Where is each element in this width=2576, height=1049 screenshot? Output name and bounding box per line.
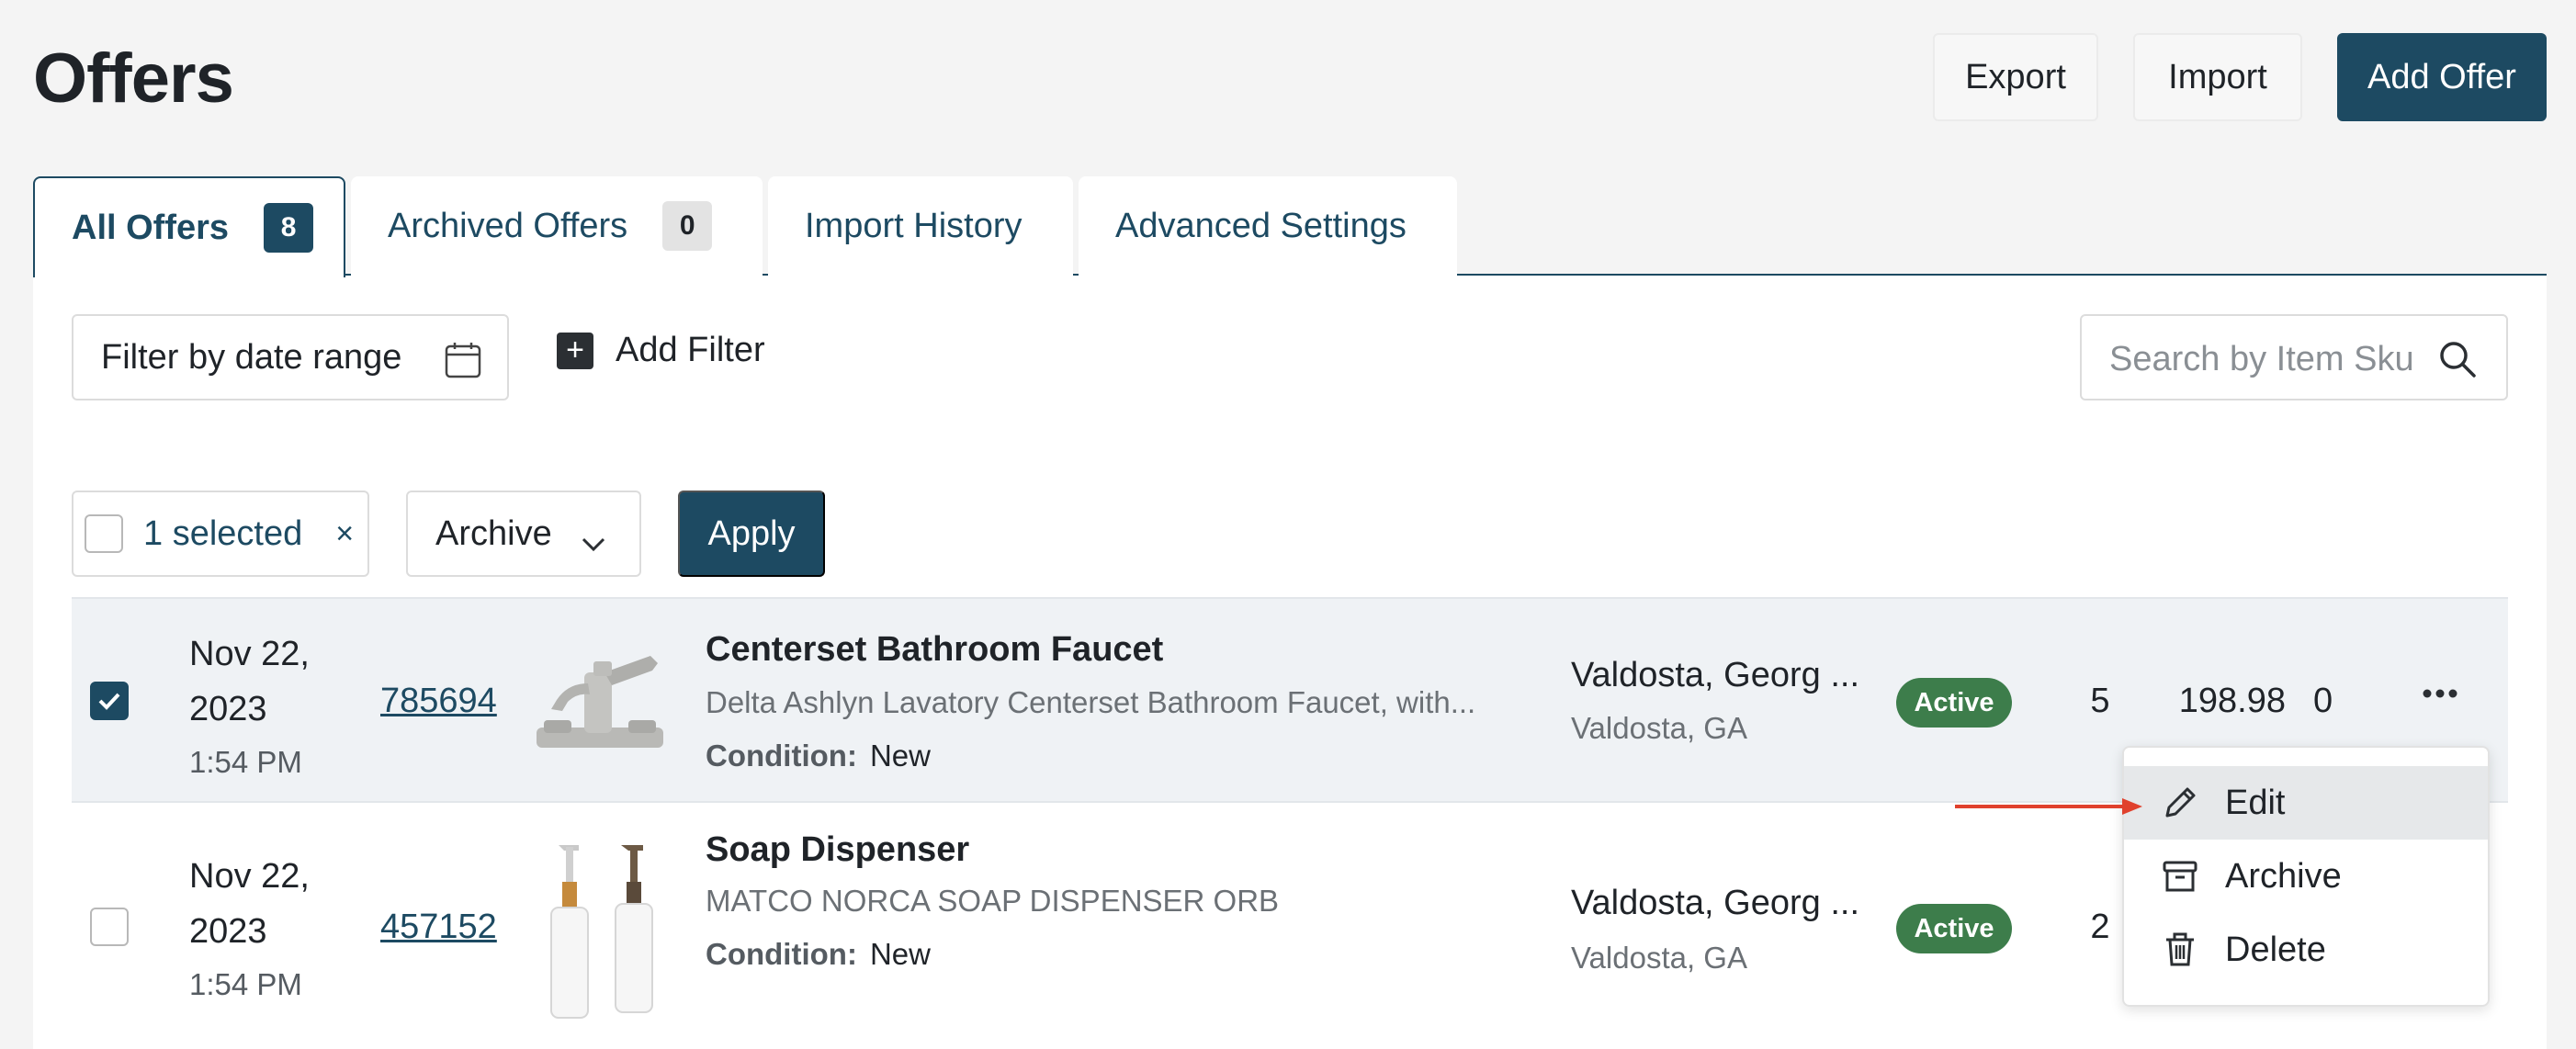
offer-description: MATCO NORCA SOAP DISPENSER ORB bbox=[706, 884, 1280, 918]
date-line: Nov 22, bbox=[189, 857, 310, 896]
menu-item-delete[interactable]: Delete bbox=[2124, 913, 2488, 987]
apply-button[interactable]: Apply bbox=[678, 491, 825, 577]
count-badge: 0 bbox=[662, 201, 713, 251]
archive-box-icon bbox=[2161, 857, 2199, 896]
quantity: 5 bbox=[2090, 682, 2110, 720]
chevron-down-icon bbox=[581, 524, 606, 563]
tab-bar: All Offers 8 Archived Offers 0 Import Hi… bbox=[33, 176, 2547, 277]
tab-label: All Offers bbox=[72, 208, 230, 247]
location-name: Valdosta, Georg ... bbox=[1571, 884, 1860, 922]
offer-title: Soap Dispenser bbox=[706, 830, 970, 869]
date-line: 2023 bbox=[189, 690, 267, 728]
date-line: Nov 22, bbox=[189, 635, 310, 673]
menu-item-label: Delete bbox=[2225, 930, 2326, 969]
row-checkbox[interactable] bbox=[90, 908, 129, 946]
page-title: Offers bbox=[33, 39, 234, 118]
search-icon[interactable] bbox=[2438, 340, 2477, 383]
tab-all-offers[interactable]: All Offers 8 bbox=[33, 176, 345, 277]
offer-date: Nov 22, 2023 1:54 PM bbox=[189, 626, 310, 788]
date-line: 2023 bbox=[189, 912, 267, 951]
status-badge: Active bbox=[1896, 678, 2012, 728]
sku-link[interactable]: 785694 bbox=[380, 682, 497, 721]
row-actions-menu: Edit Archive Delete bbox=[2122, 746, 2490, 1007]
add-offer-button[interactable]: Add Offer bbox=[2337, 33, 2547, 121]
tab-label: Archived Offers bbox=[388, 206, 628, 245]
row-checkbox[interactable] bbox=[90, 682, 129, 720]
annotation-arrow-icon bbox=[1955, 798, 2142, 815]
offer-title: Centerset Bathroom Faucet bbox=[706, 630, 1164, 669]
clear-selection-icon[interactable]: × bbox=[335, 516, 354, 552]
quantity: 2 bbox=[2090, 908, 2110, 946]
bulk-action-select[interactable]: Archive bbox=[406, 491, 641, 577]
offer-time: 1:54 PM bbox=[189, 967, 302, 1001]
condition-value: New bbox=[869, 739, 931, 773]
sku-link[interactable]: 457152 bbox=[380, 908, 497, 947]
location-name: Valdosta, Georg ... bbox=[1571, 656, 1860, 694]
calendar-icon bbox=[445, 342, 481, 388]
offer-condition: Condition: New bbox=[706, 739, 931, 773]
offer-condition: Condition: New bbox=[706, 937, 931, 972]
tab-import-history[interactable]: Import History bbox=[768, 176, 1073, 276]
checkmark-icon bbox=[98, 693, 120, 710]
import-button[interactable]: Import bbox=[2133, 33, 2302, 121]
extra-count: 0 bbox=[2313, 682, 2333, 720]
condition-label: Condition: bbox=[706, 937, 857, 971]
tab-advanced-settings[interactable]: Advanced Settings bbox=[1079, 176, 1457, 276]
date-range-filter[interactable]: Filter by date range bbox=[72, 314, 509, 400]
tab-label: Import History bbox=[805, 206, 1022, 245]
pencil-icon bbox=[2161, 784, 2199, 822]
selected-count: 1 selected bbox=[143, 513, 303, 553]
offer-date: Nov 22, 2023 1:54 PM bbox=[189, 849, 310, 1010]
price: 198.98 bbox=[2178, 682, 2286, 720]
offer-time: 1:54 PM bbox=[189, 745, 302, 779]
location-city: Valdosta, GA bbox=[1571, 711, 1747, 745]
plus-icon: + bbox=[557, 332, 593, 369]
menu-item-archive[interactable]: Archive bbox=[2124, 840, 2488, 913]
menu-item-label: Archive bbox=[2225, 856, 2342, 896]
location-city: Valdosta, GA bbox=[1571, 941, 1747, 975]
bulk-action-value: Archive bbox=[435, 513, 552, 553]
status-badge: Active bbox=[1896, 904, 2012, 953]
condition-label: Condition: bbox=[706, 739, 857, 773]
tab-label: Advanced Settings bbox=[1115, 206, 1407, 245]
selection-summary: 1 selected × bbox=[72, 491, 369, 577]
add-filter-button[interactable]: + Add Filter bbox=[557, 331, 765, 370]
faucet-image bbox=[531, 636, 669, 769]
select-all-checkbox[interactable] bbox=[85, 514, 123, 553]
count-badge: 8 bbox=[264, 203, 314, 253]
condition-value: New bbox=[869, 937, 931, 971]
more-actions-icon[interactable] bbox=[2422, 687, 2458, 705]
date-range-label: Filter by date range bbox=[101, 337, 402, 377]
menu-item-label: Edit bbox=[2225, 783, 2286, 822]
export-button[interactable]: Export bbox=[1933, 33, 2098, 121]
soap-dispenser-image bbox=[531, 840, 669, 1028]
trash-icon bbox=[2161, 931, 2199, 969]
menu-item-edit[interactable]: Edit bbox=[2124, 766, 2488, 840]
search-field[interactable] bbox=[2080, 314, 2508, 400]
search-input[interactable] bbox=[2109, 336, 2422, 382]
tab-archived-offers[interactable]: Archived Offers 0 bbox=[351, 176, 763, 276]
add-filter-label: Add Filter bbox=[616, 331, 765, 369]
offer-description: Delta Ashlyn Lavatory Centerset Bathroom… bbox=[706, 685, 1476, 719]
